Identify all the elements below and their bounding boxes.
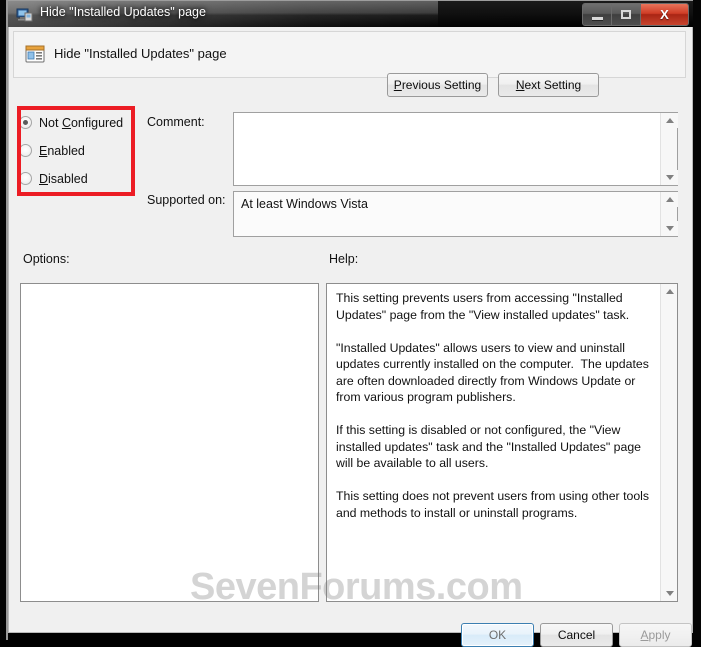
- radio-enabled-icon[interactable]: [19, 144, 32, 157]
- computer-policy-icon: [16, 6, 33, 23]
- maximize-icon: [621, 10, 631, 19]
- window-title: Hide "Installed Updates" page: [40, 5, 206, 19]
- group-policy-setting-window: Hide "Installed Updates" page X Hide "In…: [8, 0, 693, 647]
- help-scroll-up-icon[interactable]: [661, 284, 677, 299]
- options-panel[interactable]: [20, 283, 319, 602]
- comment-scrollbar[interactable]: [660, 113, 678, 185]
- supported-scroll-up-icon[interactable]: [661, 192, 678, 207]
- supported-scroll-down-icon[interactable]: [661, 221, 678, 236]
- radio-not-configured[interactable]: Not Configured: [19, 113, 123, 132]
- radio-not-configured-icon[interactable]: [19, 116, 32, 129]
- previous-setting-button[interactable]: Previous Setting: [387, 73, 488, 97]
- supported-on-value: At least Windows Vista: [241, 197, 368, 211]
- next-setting-button[interactable]: Next Setting: [498, 73, 599, 97]
- options-label: Options:: [23, 252, 70, 266]
- comment-scroll-up-icon[interactable]: [661, 113, 678, 128]
- previous-setting-label: Previous Setting: [393, 78, 482, 92]
- radio-enabled[interactable]: Enabled: [19, 141, 123, 160]
- apply-button: Apply: [619, 623, 692, 647]
- radio-disabled-label: Disabled: [39, 171, 88, 186]
- help-label: Help:: [329, 252, 359, 266]
- radio-disabled[interactable]: Disabled: [19, 169, 123, 188]
- next-setting-label: Next Setting: [515, 78, 582, 92]
- setting-state-radio-group: Not Configured Enabled Disabled: [19, 113, 123, 197]
- screen-capture: Hide "Installed Updates" page X Hide "In…: [0, 0, 701, 647]
- minimize-icon: [591, 16, 603, 20]
- window-client-area: Hide "Installed Updates" page Previous S…: [8, 27, 693, 647]
- radio-not-configured-label: Not Configured: [39, 115, 124, 130]
- close-button[interactable]: X: [641, 4, 688, 25]
- help-scrollbar[interactable]: [660, 284, 677, 601]
- setting-title: Hide "Installed Updates" page: [54, 46, 227, 61]
- comment-input[interactable]: [233, 112, 678, 186]
- help-scroll-down-icon[interactable]: [661, 586, 677, 601]
- help-panel: This setting prevents users from accessi…: [326, 283, 678, 602]
- help-text: This setting prevents users from accessi…: [336, 291, 650, 520]
- comment-label: Comment:: [147, 115, 205, 129]
- supported-on-label: Supported on:: [147, 193, 226, 207]
- cancel-button[interactable]: Cancel: [540, 623, 613, 647]
- maximize-button[interactable]: [612, 4, 641, 25]
- caption-buttons: X: [582, 3, 689, 26]
- radio-disabled-icon[interactable]: [19, 172, 32, 185]
- minimize-button[interactable]: [583, 4, 612, 25]
- supported-on-scrollbar[interactable]: [660, 192, 678, 236]
- close-icon: X: [660, 7, 669, 22]
- setting-header-bar: Hide "Installed Updates" page: [13, 31, 686, 78]
- radio-enabled-label: Enabled: [39, 143, 85, 158]
- ok-button[interactable]: OK: [461, 623, 534, 647]
- comment-scroll-down-icon[interactable]: [661, 170, 678, 185]
- title-bar[interactable]: Hide "Installed Updates" page X: [8, 0, 693, 27]
- policy-setting-icon: [24, 43, 46, 65]
